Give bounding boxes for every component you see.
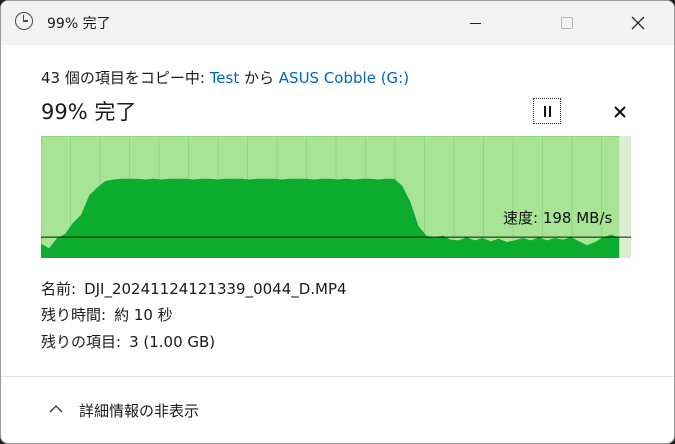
speed-label: 速度: 198 MB/s (503, 209, 613, 227)
graph-remaining-area (619, 136, 631, 258)
pause-icon (544, 106, 546, 117)
items-remaining-row: 残りの項目: 3 (1.00 GB) (41, 331, 215, 352)
copy-description: 43 個の項目をコピー中: Test から ASUS Cobble (G:) (41, 67, 409, 88)
window-title: 99% 完了 (47, 16, 111, 32)
copy-middle: から (239, 69, 279, 87)
time-remaining-value: 約 10 秒 (114, 306, 173, 324)
title-bar[interactable]: 99% 完了 (1, 1, 674, 45)
copy-progress-window: 99% 完了 43 個の項目をコピー中: Test から ASUS Cobble… (0, 0, 675, 444)
file-name-value: DJI_20241124121339_0044_D.MP4 (84, 280, 347, 298)
time-remaining-label: 残り時間: (41, 306, 107, 324)
copy-prefix: 43 個の項目をコピー中: (41, 69, 210, 87)
hide-details-label: 詳細情報の非表示 (79, 402, 200, 420)
divider (1, 376, 674, 377)
chevron-up-icon (49, 405, 63, 413)
file-name-label: 名前: (41, 280, 77, 298)
source-link[interactable]: Test (210, 69, 240, 87)
items-remaining-label: 残りの項目: (41, 333, 122, 351)
clock-icon (15, 12, 33, 30)
file-name-row: 名前: DJI_20241124121339_0044_D.MP4 (41, 278, 347, 299)
cancel-button[interactable] (608, 100, 632, 124)
time-remaining-row: 残り時間: 約 10 秒 (41, 304, 173, 325)
progress-status: 99% 完了 (41, 100, 137, 124)
destination-link[interactable]: ASUS Cobble (G:) (279, 69, 409, 87)
items-remaining-value: 3 (1.00 GB) (129, 333, 216, 351)
close-window-button[interactable] (615, 1, 661, 45)
minimize-button[interactable] (453, 1, 499, 45)
close-icon (614, 106, 626, 118)
close-icon (631, 16, 645, 30)
maximize-button[interactable] (543, 1, 589, 45)
pause-button[interactable] (533, 98, 561, 124)
speed-graph (41, 136, 631, 258)
